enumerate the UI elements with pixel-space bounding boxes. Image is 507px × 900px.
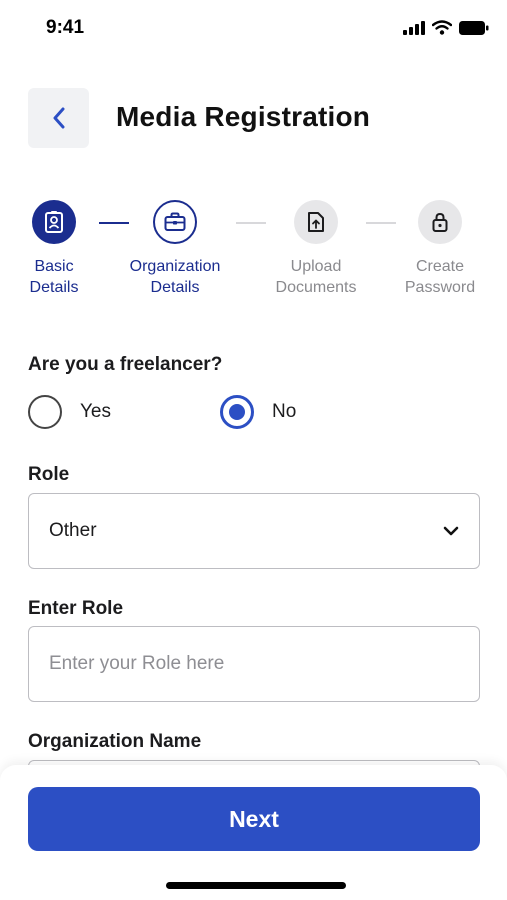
- wifi-icon: [432, 20, 452, 35]
- upload-file-icon: [308, 212, 324, 232]
- status-time: 9:41: [46, 17, 85, 38]
- freelancer-radio-group: Yes No: [28, 395, 478, 431]
- registration-stepper: Basic Details Organization Details Uploa…: [0, 200, 507, 300]
- home-indicator: [166, 882, 346, 889]
- enter-role-label: Enter Role: [28, 598, 124, 619]
- radio-circle-unchecked: [28, 395, 62, 429]
- step-label: Organization Details: [129, 258, 221, 296]
- role-select-value: Other: [49, 520, 97, 541]
- step-upload-documents[interactable]: Upload Documents: [256, 200, 376, 298]
- step-circle: [418, 200, 462, 244]
- freelancer-question-label: Are you a freelancer?: [28, 354, 223, 375]
- radio-yes[interactable]: Yes: [28, 395, 111, 429]
- step-circle: [294, 200, 338, 244]
- role-select[interactable]: Other: [28, 493, 480, 569]
- page-title: Media Registration: [116, 101, 371, 132]
- organization-name-label: Organization Name: [28, 731, 202, 752]
- briefcase-icon: [164, 212, 186, 231]
- step-label: Basic Details: [29, 258, 79, 296]
- id-badge-icon: [45, 211, 63, 233]
- chevron-left-icon: [53, 107, 64, 129]
- step-circle: [153, 200, 197, 244]
- lock-icon: [432, 212, 448, 232]
- radio-circle-checked: [220, 395, 254, 429]
- radio-no-label: No: [272, 401, 297, 422]
- step-label: Upload Documents: [275, 258, 357, 296]
- enter-role-input[interactable]: [28, 626, 480, 702]
- battery-icon: [459, 20, 489, 35]
- next-button[interactable]: Next: [28, 787, 480, 851]
- step-organization-details[interactable]: Organization Details: [115, 200, 235, 298]
- step-create-password[interactable]: Create Password: [380, 200, 500, 298]
- radio-dot: [229, 404, 245, 420]
- step-basic-details[interactable]: Basic Details: [0, 200, 114, 298]
- status-icons: [403, 20, 489, 35]
- chevron-down-icon: [443, 526, 459, 536]
- radio-no[interactable]: No: [220, 395, 296, 429]
- status-bar: 9:41: [0, 0, 507, 56]
- radio-yes-label: Yes: [80, 401, 111, 422]
- step-circle: [32, 200, 76, 244]
- bottom-action-bar: Next: [0, 765, 507, 900]
- signal-icon: [403, 20, 425, 35]
- step-label: Create Password: [404, 258, 476, 296]
- role-label: Role: [28, 464, 70, 485]
- back-button[interactable]: [28, 88, 89, 148]
